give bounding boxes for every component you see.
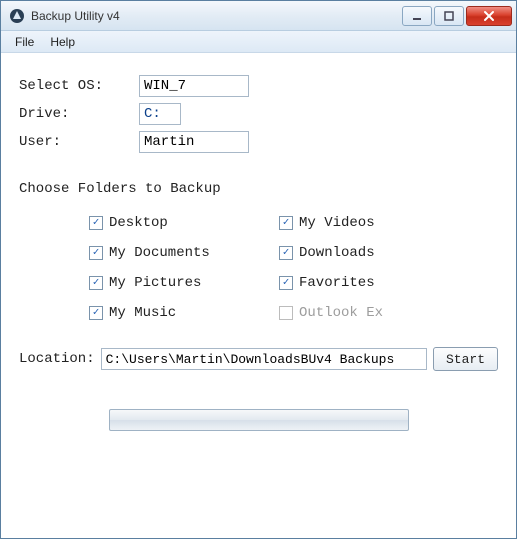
maximize-button[interactable] (434, 6, 464, 26)
checkbox-icon: ✓ (89, 276, 103, 290)
checkbox-icon: ✓ (279, 246, 293, 260)
location-label: Location: (19, 351, 95, 367)
chk-my-videos[interactable]: ✓ My Videos (279, 215, 449, 231)
progress-bar (109, 409, 409, 431)
checkbox-icon: ✓ (279, 216, 293, 230)
app-window: Backup Utility v4 File Help Select OS: D… (0, 0, 517, 539)
drive-input[interactable] (139, 103, 181, 125)
menu-file[interactable]: File (7, 33, 42, 51)
checkbox-icon: ✓ (89, 216, 103, 230)
chk-favorites[interactable]: ✓ Favorites (279, 275, 449, 291)
client-area: Select OS: Drive: User: Choose Folders t… (1, 53, 516, 538)
os-input[interactable] (139, 75, 249, 97)
menu-help[interactable]: Help (42, 33, 83, 51)
checkbox-icon: ✓ (89, 246, 103, 260)
chk-label: Favorites (299, 275, 375, 291)
folders-grid: ✓ Desktop ✓ My Videos ✓ My Documents ✓ D… (89, 215, 498, 321)
chk-outlook-ex: ✓ Outlook Ex (279, 305, 449, 321)
user-input[interactable] (139, 131, 249, 153)
chk-label: My Documents (109, 245, 210, 261)
window-title: Backup Utility v4 (31, 9, 400, 23)
chk-label: Downloads (299, 245, 375, 261)
chk-my-pictures[interactable]: ✓ My Pictures (89, 275, 259, 291)
checkbox-icon: ✓ (89, 306, 103, 320)
titlebar[interactable]: Backup Utility v4 (1, 1, 516, 31)
os-label: Select OS: (19, 78, 139, 94)
app-icon (9, 8, 25, 24)
chk-label: Desktop (109, 215, 168, 231)
chk-label: My Videos (299, 215, 375, 231)
chk-desktop[interactable]: ✓ Desktop (89, 215, 259, 231)
start-button[interactable]: Start (433, 347, 498, 371)
chk-label: Outlook Ex (299, 305, 383, 321)
window-controls (400, 6, 512, 26)
menubar: File Help (1, 31, 516, 53)
user-label: User: (19, 134, 139, 150)
chk-label: My Pictures (109, 275, 201, 291)
checkbox-icon: ✓ (279, 276, 293, 290)
checkbox-icon: ✓ (279, 306, 293, 320)
location-input[interactable] (101, 348, 427, 370)
folders-title: Choose Folders to Backup (19, 181, 498, 197)
drive-label: Drive: (19, 106, 139, 122)
close-button[interactable] (466, 6, 512, 26)
minimize-button[interactable] (402, 6, 432, 26)
chk-my-music[interactable]: ✓ My Music (89, 305, 259, 321)
chk-label: My Music (109, 305, 176, 321)
chk-my-documents[interactable]: ✓ My Documents (89, 245, 259, 261)
chk-downloads[interactable]: ✓ Downloads (279, 245, 449, 261)
